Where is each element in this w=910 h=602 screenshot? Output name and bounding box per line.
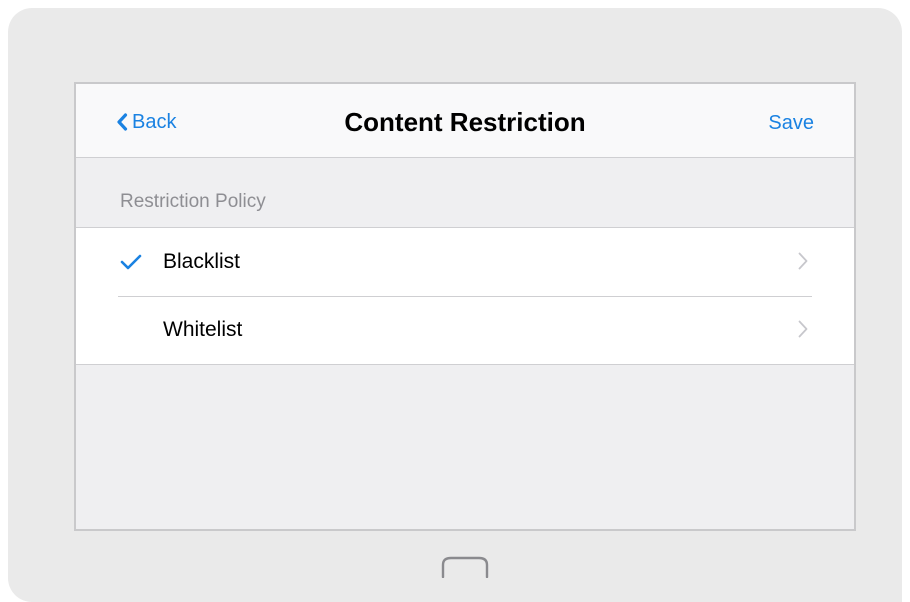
policy-item-blacklist[interactable]: Blacklist <box>76 228 854 296</box>
nav-bar: Back Content Restriction Save <box>76 84 854 158</box>
back-label: Back <box>132 110 177 133</box>
policy-list: Blacklist Whitelist <box>76 227 854 365</box>
section-header: Restriction Policy <box>120 191 266 212</box>
home-button-icon[interactable] <box>441 556 489 578</box>
policy-item-label: Whitelist <box>163 318 243 341</box>
chevron-right-icon <box>798 320 808 338</box>
save-button[interactable]: Save <box>768 112 814 135</box>
back-button[interactable]: Back <box>116 110 176 134</box>
policy-item-label: Blacklist <box>163 250 241 273</box>
screen: Back Content Restriction Save Restrictio… <box>74 82 856 531</box>
page-title: Content Restriction <box>344 107 586 137</box>
checkmark-icon <box>120 254 142 270</box>
chevron-right-icon <box>798 252 808 270</box>
chevron-left-icon <box>117 113 128 131</box>
policy-item-whitelist[interactable]: Whitelist <box>76 296 854 364</box>
